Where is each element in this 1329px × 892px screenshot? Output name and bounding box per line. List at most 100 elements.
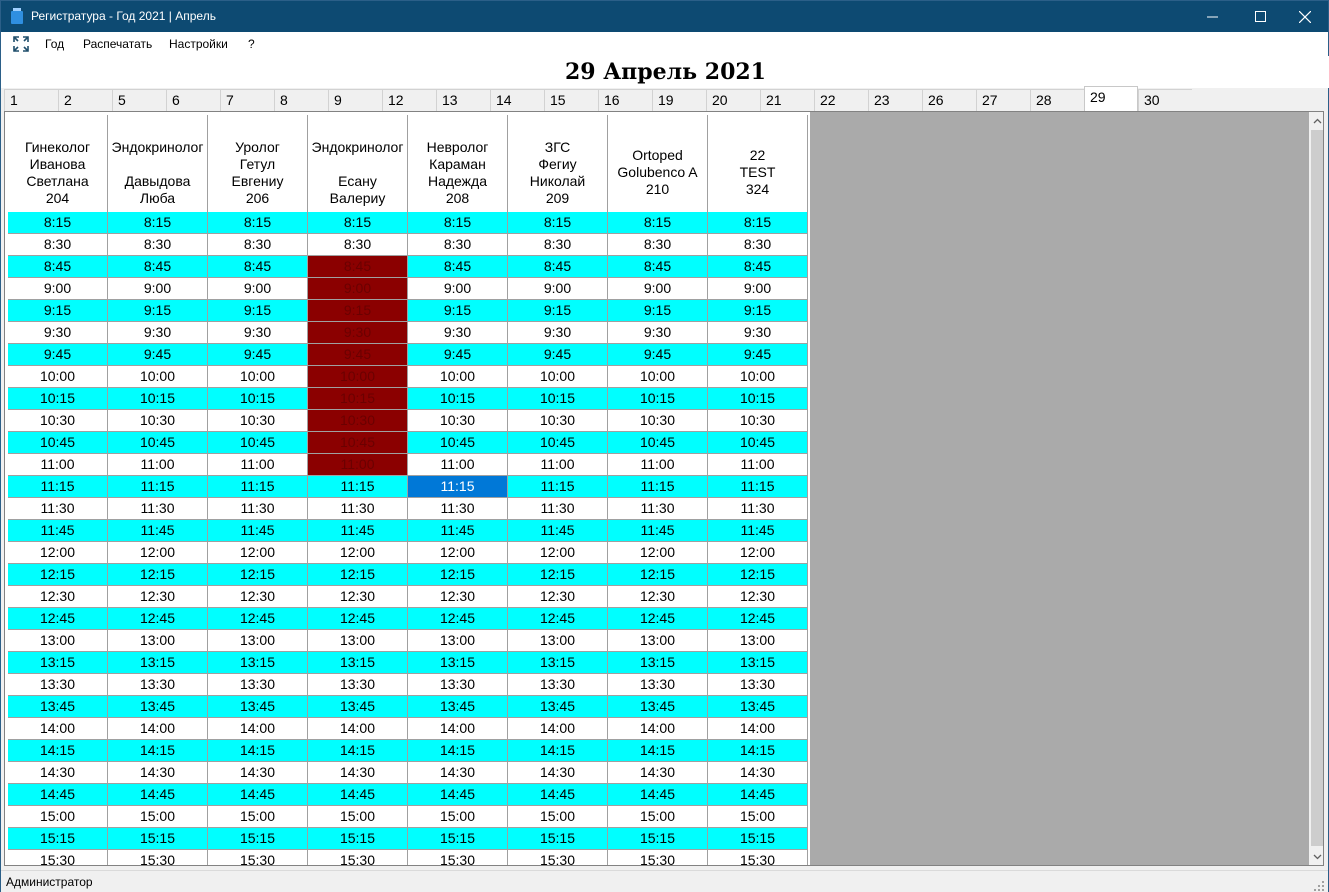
time-slot[interactable]: 9:15 [608,300,708,322]
time-slot[interactable]: 9:30 [508,322,608,344]
time-slot[interactable]: 12:00 [8,542,108,564]
time-slot[interactable]: 11:15 [108,476,208,498]
time-slot[interactable]: 11:00 [608,454,708,476]
time-slot[interactable]: 13:30 [608,674,708,696]
time-slot[interactable]: 11:00 [708,454,808,476]
time-slot[interactable]: 13:30 [8,674,108,696]
time-slot[interactable]: 10:15 [708,388,808,410]
time-slot[interactable]: 14:30 [708,762,808,784]
time-slot[interactable]: 10:00 [108,366,208,388]
time-slot[interactable]: 11:45 [508,520,608,542]
time-slot[interactable]: 13:00 [208,630,308,652]
time-slot[interactable]: 13:00 [8,630,108,652]
time-slot[interactable]: 15:30 [508,850,608,865]
time-slot[interactable]: 12:00 [508,542,608,564]
time-slot[interactable]: 12:30 [508,586,608,608]
time-slot[interactable]: 8:45 [108,256,208,278]
time-slot[interactable]: 9:15 [308,300,408,322]
time-slot[interactable]: 8:15 [708,212,808,234]
time-slot[interactable]: 10:15 [108,388,208,410]
time-slot[interactable]: 8:15 [108,212,208,234]
time-slot[interactable]: 14:15 [108,740,208,762]
time-slot[interactable]: 14:15 [8,740,108,762]
time-slot[interactable]: 11:00 [208,454,308,476]
time-slot[interactable]: 10:00 [608,366,708,388]
time-slot[interactable]: 10:45 [108,432,208,454]
resize-grip-icon[interactable] [1313,879,1325,891]
time-slot[interactable]: 8:45 [608,256,708,278]
time-slot[interactable]: 10:00 [708,366,808,388]
time-slot[interactable]: 13:00 [108,630,208,652]
time-slot[interactable]: 8:30 [108,234,208,256]
time-slot[interactable]: 15:15 [708,828,808,850]
scroll-thumb[interactable] [1311,130,1323,846]
time-slot[interactable]: 10:30 [408,410,508,432]
time-slot[interactable]: 14:30 [108,762,208,784]
time-slot[interactable]: 9:45 [108,344,208,366]
time-slot[interactable]: 12:00 [308,542,408,564]
time-slot[interactable]: 10:15 [408,388,508,410]
time-slot[interactable]: 10:30 [508,410,608,432]
time-slot[interactable]: 12:15 [408,564,508,586]
time-slot[interactable]: 10:15 [208,388,308,410]
time-slot[interactable]: 10:45 [208,432,308,454]
time-slot[interactable]: 12:15 [8,564,108,586]
time-slot[interactable]: 12:00 [408,542,508,564]
time-slot[interactable]: 10:30 [8,410,108,432]
time-slot[interactable]: 13:00 [608,630,708,652]
day-tab-22[interactable]: 22 [814,89,868,111]
time-slot[interactable]: 12:45 [408,608,508,630]
time-slot[interactable]: 11:15 [508,476,608,498]
doctor-header[interactable]: ЗГС Фегиу Николай 209 [508,115,608,212]
time-slot[interactable]: 12:45 [508,608,608,630]
time-slot[interactable]: 15:30 [108,850,208,865]
time-slot[interactable]: 11:15 [708,476,808,498]
time-slot[interactable]: 10:45 [508,432,608,454]
maximize-button[interactable] [1237,1,1283,32]
time-slot[interactable]: 14:00 [308,718,408,740]
time-slot[interactable]: 15:00 [8,806,108,828]
time-slot[interactable]: 8:45 [308,256,408,278]
day-tab-8[interactable]: 8 [274,89,328,111]
time-slot[interactable]: 13:45 [408,696,508,718]
day-tab-6[interactable]: 6 [166,89,220,111]
time-slot[interactable]: 14:00 [508,718,608,740]
time-slot[interactable]: 13:15 [108,652,208,674]
time-slot[interactable]: 8:30 [308,234,408,256]
time-slot[interactable]: 15:15 [308,828,408,850]
doctor-header[interactable]: Уролог Гетул Евгениу 206 [208,115,308,212]
time-slot[interactable]: 13:00 [308,630,408,652]
time-slot[interactable]: 13:15 [408,652,508,674]
time-slot[interactable]: 8:30 [408,234,508,256]
time-slot[interactable]: 11:15 [608,476,708,498]
time-slot[interactable]: 14:00 [708,718,808,740]
doctor-header[interactable]: Гинеколог Иванова Светлана 204 [8,115,108,212]
time-slot[interactable]: 8:15 [208,212,308,234]
time-slot[interactable]: 11:15 [308,476,408,498]
time-slot[interactable]: 12:30 [608,586,708,608]
time-slot[interactable]: 14:15 [508,740,608,762]
time-slot[interactable]: 14:00 [208,718,308,740]
time-slot[interactable]: 13:30 [108,674,208,696]
day-tab-26[interactable]: 26 [922,89,976,111]
time-slot[interactable]: 15:30 [308,850,408,865]
time-slot[interactable]: 12:30 [408,586,508,608]
time-slot[interactable]: 14:45 [8,784,108,806]
time-slot[interactable]: 15:00 [208,806,308,828]
time-slot[interactable]: 14:45 [308,784,408,806]
time-slot[interactable]: 12:15 [208,564,308,586]
time-slot[interactable]: 11:30 [8,498,108,520]
time-slot[interactable]: 10:00 [308,366,408,388]
time-slot[interactable]: 8:30 [208,234,308,256]
time-slot[interactable]: 9:15 [508,300,608,322]
time-slot[interactable]: 9:45 [508,344,608,366]
time-slot[interactable]: 15:30 [8,850,108,865]
vertical-scrollbar[interactable] [1309,112,1323,865]
time-slot[interactable]: 8:45 [708,256,808,278]
time-slot[interactable]: 14:15 [208,740,308,762]
doctor-header[interactable]: 22 TEST 324 [708,115,808,212]
doctor-header[interactable]: Невролог Караман Надежда 208 [408,115,508,212]
doctor-header[interactable]: Эндокринолог Есану Валериу [308,115,408,212]
menu-item-year[interactable]: Год [45,37,64,51]
menu-item-settings[interactable]: Настройки [169,37,228,51]
